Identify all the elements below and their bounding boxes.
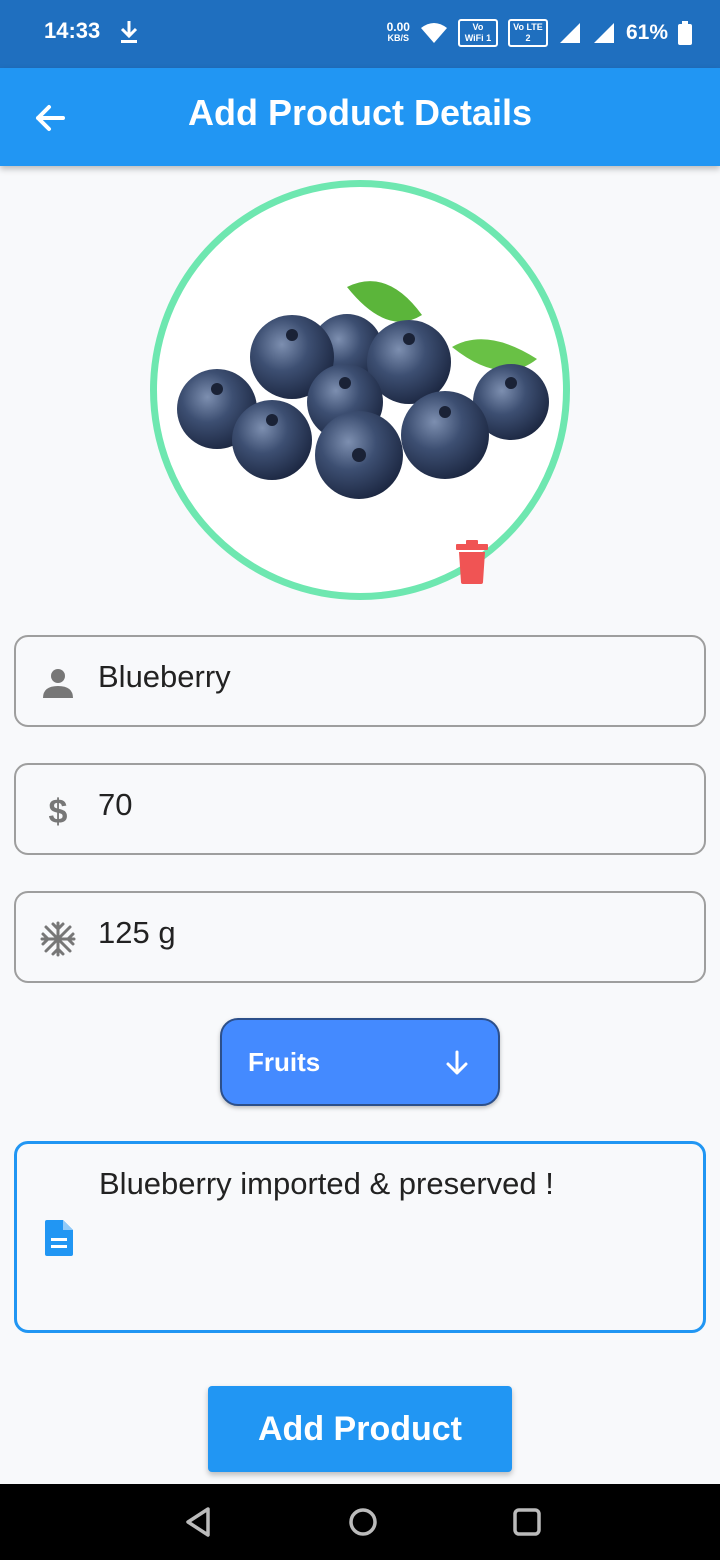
net-speed-unit: KB/S bbox=[387, 33, 410, 43]
document-icon bbox=[45, 1220, 73, 1256]
vowifi-badge: Vo WiFi 1 bbox=[457, 19, 498, 47]
status-bar: 14:33 0.00 KB/S Vo WiFi 1 Vo LTE 2 61% bbox=[0, 0, 720, 68]
status-indicators: 0.00 KB/S Vo WiFi 1 Vo LTE 2 61% bbox=[387, 16, 692, 50]
product-name-field[interactable]: Blueberry bbox=[14, 635, 706, 727]
status-time: 14:33 bbox=[44, 18, 101, 43]
product-name-value: Blueberry bbox=[98, 659, 231, 694]
add-product-button[interactable]: Add Product bbox=[208, 1386, 512, 1472]
volte-badge: Vo LTE 2 bbox=[507, 19, 548, 47]
signal-icon bbox=[593, 23, 614, 43]
system-nav-bar bbox=[0, 1484, 720, 1560]
home-circle-icon[interactable] bbox=[343, 1502, 383, 1542]
page-title: Add Product Details bbox=[187, 92, 533, 133]
wifi-icon bbox=[420, 23, 447, 43]
category-selected: Fruits bbox=[248, 1047, 321, 1077]
product-quantity-field[interactable]: 125 g bbox=[14, 891, 706, 983]
snowflake-icon bbox=[40, 921, 76, 957]
blueberry-image bbox=[177, 281, 549, 499]
person-icon bbox=[43, 669, 73, 698]
app-bar: Add Product Details bbox=[0, 68, 720, 166]
battery-percent: 61% bbox=[625, 21, 668, 44]
product-price-field[interactable]: $ 70 bbox=[14, 763, 706, 855]
download-icon bbox=[120, 21, 138, 43]
product-price-value: 70 bbox=[98, 787, 133, 822]
battery-icon bbox=[678, 21, 692, 45]
back-triangle-icon[interactable] bbox=[178, 1502, 218, 1542]
signal-icon bbox=[559, 23, 580, 43]
category-dropdown[interactable]: Fruits bbox=[220, 1018, 500, 1106]
dollar-icon: $ bbox=[49, 793, 68, 831]
net-speed-value: 0.00 bbox=[386, 20, 410, 34]
product-image-picker[interactable] bbox=[150, 180, 570, 600]
arrow-down-icon bbox=[446, 1050, 468, 1075]
recents-square-icon[interactable] bbox=[507, 1502, 547, 1542]
phone-screen: 14:33 0.00 KB/S Vo WiFi 1 Vo LTE 2 61% A… bbox=[0, 0, 720, 1560]
svg-text:$: $ bbox=[49, 793, 68, 831]
net-speed: 0.00 KB/S bbox=[386, 20, 410, 44]
product-description-value: Blueberry imported & preserved ! bbox=[99, 1166, 554, 1201]
product-quantity-value: 125 g bbox=[98, 915, 176, 950]
product-description-field[interactable]: Blueberry imported & preserved ! bbox=[14, 1141, 706, 1333]
trash-icon[interactable] bbox=[453, 540, 491, 584]
